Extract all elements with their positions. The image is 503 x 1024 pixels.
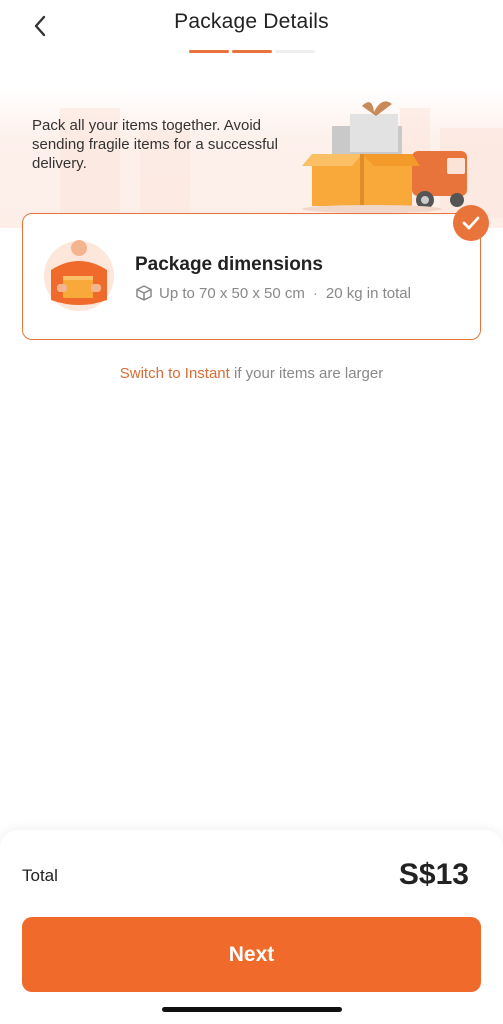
step-segment-2 [232, 50, 272, 53]
switch-hint-suffix: if your items are larger [234, 365, 384, 382]
switch-to-instant-link[interactable]: Switch to Instant [120, 365, 230, 382]
package-option-card[interactable]: Package dimensions Up to 70 x 50 x 50 cm… [22, 213, 481, 340]
check-icon [462, 216, 480, 230]
package-option-title: Package dimensions [135, 254, 323, 275]
courier-illustration [44, 240, 114, 311]
total-price: S$13 [398, 858, 469, 891]
home-indicator [162, 1007, 342, 1012]
next-button[interactable]: Next [22, 917, 481, 992]
step-progress [189, 50, 315, 53]
step-segment-3 [275, 50, 315, 53]
total-label: Total [22, 866, 58, 885]
switch-service-hint: Switch to Instant if your items are larg… [0, 365, 503, 382]
package-option-details: Up to 70 x 50 x 50 cm · 20 kg in total [135, 284, 411, 302]
banner-text: Pack all your items together. Avoid send… [32, 117, 278, 172]
header: Package Details [0, 0, 503, 60]
selected-check-badge [453, 205, 489, 241]
page-title: Package Details [174, 10, 329, 33]
step-segment-1 [189, 50, 229, 53]
boxes-truck-illustration [302, 101, 467, 213]
info-banner: Pack all your items together. Avoid send… [0, 88, 503, 228]
checkout-footer: Total S$13 Next [0, 830, 503, 1024]
package-weight-text: 20 kg in total [325, 284, 411, 302]
package-dimensions-text: Up to 70 x 50 x 50 cm [159, 284, 305, 302]
separator-dot: · [312, 284, 318, 302]
box-icon [136, 285, 152, 301]
